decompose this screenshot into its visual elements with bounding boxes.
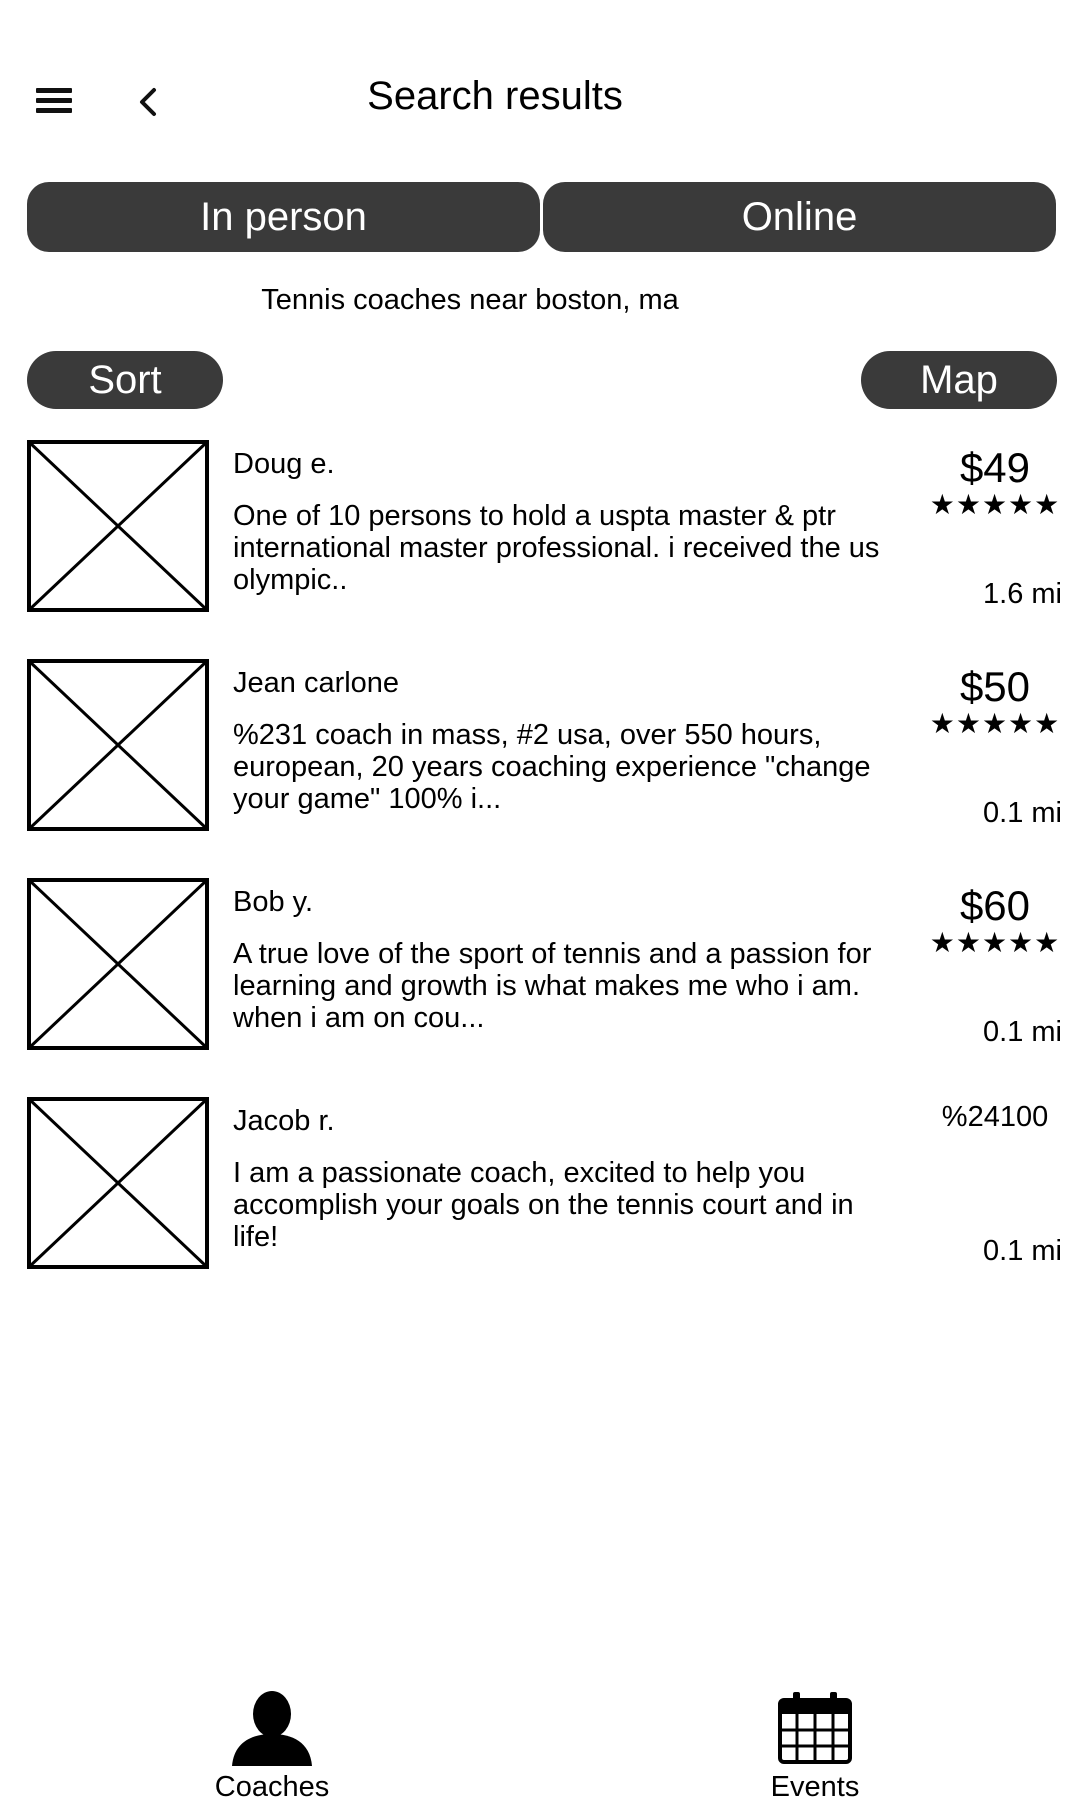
map-button[interactable]: Map: [861, 351, 1057, 409]
coach-name: Jacob r.: [233, 1105, 335, 1137]
page-title: Search results: [367, 74, 623, 118]
coach-description: I am a passionate coach, excited to help…: [233, 1157, 854, 1253]
image-placeholder-icon: [27, 878, 209, 1050]
tab-online[interactable]: Online: [543, 182, 1056, 252]
coach-card[interactable]: Doug e. One of 10 persons to hold a uspt…: [0, 440, 1080, 620]
nav-events[interactable]: Events: [715, 1690, 915, 1804]
calendar-icon: [778, 1692, 852, 1764]
coach-distance: 0.1 mi: [983, 1016, 1062, 1048]
search-query-text: Tennis coaches near boston, ma: [261, 284, 679, 316]
tab-in-person[interactable]: In person: [27, 182, 540, 252]
star-rating-icon: ★★★★★: [929, 927, 1061, 958]
image-placeholder-icon: [27, 440, 209, 612]
coach-description: One of 10 persons to hold a uspta master…: [233, 500, 880, 596]
nav-events-label: Events: [770, 1771, 860, 1803]
coach-name: Bob y.: [233, 886, 314, 918]
image-placeholder-icon: [27, 1097, 209, 1269]
coach-price: $60: [959, 882, 1031, 929]
coach-distance: 1.6 mi: [983, 578, 1062, 610]
coach-name: Jean carlone: [233, 667, 400, 699]
nav-coaches-label: Coaches: [214, 1771, 330, 1803]
image-placeholder-icon: [27, 659, 209, 831]
nav-coaches[interactable]: Coaches: [172, 1690, 372, 1804]
sort-button[interactable]: Sort: [27, 351, 223, 409]
coach-price: $49: [959, 444, 1031, 491]
coach-name: Doug e.: [233, 448, 335, 480]
coach-description: %231 coach in mass, #2 usa, over 550 hou…: [233, 719, 871, 815]
coach-distance: 0.1 mi: [983, 797, 1062, 829]
coach-card[interactable]: Bob y. A true love of the sport of tenni…: [0, 878, 1080, 1058]
coach-card[interactable]: Jacob r. I am a passionate coach, excite…: [0, 1097, 1080, 1277]
person-icon: [232, 1691, 312, 1766]
coach-distance: 0.1 mi: [983, 1235, 1062, 1267]
coach-price: $50: [959, 663, 1031, 710]
coach-price: %24100: [941, 1101, 1049, 1133]
star-rating-icon: ★★★★★: [929, 708, 1061, 739]
coach-card[interactable]: Jean carlone %231 coach in mass, #2 usa,…: [0, 659, 1080, 839]
star-rating-icon: ★★★★★: [929, 489, 1061, 520]
coach-description: A true love of the sport of tennis and a…: [233, 938, 872, 1034]
